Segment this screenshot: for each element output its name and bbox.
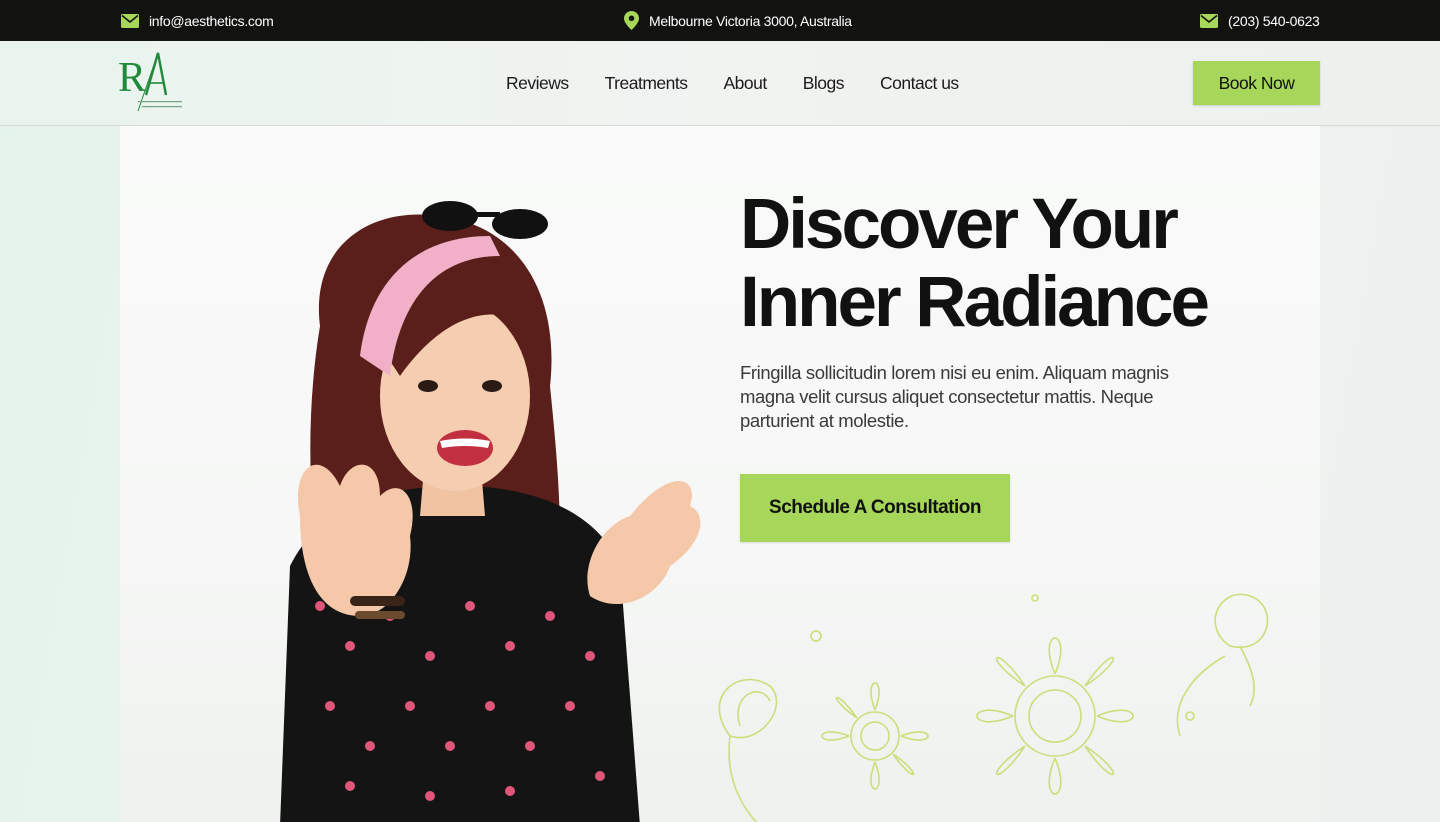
topbar-phone-text[interactable]: (203) 540-0623 — [1228, 13, 1320, 29]
topbar-email[interactable]: info@aesthetics.com — [121, 0, 274, 41]
hero-title: Discover Your Inner Radiance — [740, 186, 1300, 342]
mail-icon — [121, 13, 139, 28]
hero-title-line2: Inner Radiance — [740, 263, 1210, 342]
nav-reviews[interactable]: Reviews — [506, 73, 569, 94]
nav-blogs[interactable]: Blogs — [803, 73, 845, 94]
topbar-address: Melbourne Victoria 3000, Australia — [624, 0, 852, 41]
main-nav: Reviews Treatments About Blogs Contact u… — [506, 41, 959, 126]
topbar-phone[interactable]: (203) 540-0623 — [1200, 0, 1320, 41]
nav-contact[interactable]: Contact us — [880, 73, 959, 94]
mail-icon — [1200, 13, 1218, 28]
book-now-button[interactable]: Book Now — [1193, 61, 1320, 105]
schedule-consultation-button[interactable]: Schedule A Consultation — [740, 474, 1010, 542]
hero-description: Fringilla sollicitudin lorem nisi eu eni… — [740, 362, 1169, 431]
svg-text:R: R — [118, 55, 146, 101]
nav-treatments[interactable]: Treatments — [605, 73, 688, 94]
woman-photo — [280, 201, 701, 822]
hero-section: Discover Your Inner Radiance Fringilla s… — [120, 126, 1320, 822]
top-info-bar: info@aesthetics.com Melbourne Victoria 3… — [0, 0, 1440, 41]
nav-about[interactable]: About — [724, 73, 768, 94]
site-logo[interactable]: R — [118, 51, 188, 117]
topbar-address-text: Melbourne Victoria 3000, Australia — [649, 12, 852, 29]
hero-title-line1: Discover Your — [740, 185, 1179, 264]
site-header: R Reviews Treatments About Blogs Contact… — [0, 41, 1440, 126]
flower-illustration — [718, 593, 1269, 822]
topbar-email-text[interactable]: info@aesthetics.com — [149, 13, 274, 29]
map-pin-icon — [624, 11, 639, 30]
